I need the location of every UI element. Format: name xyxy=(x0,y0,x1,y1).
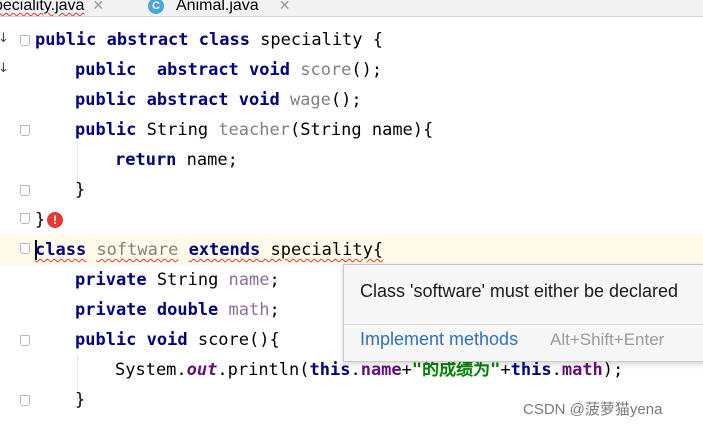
fold-marker-icon[interactable] xyxy=(20,125,30,136)
implement-methods-link[interactable]: Implement methods xyxy=(360,329,518,350)
popup-divider xyxy=(344,324,703,325)
code-line-8[interactable]: class software extends speciality{ xyxy=(35,235,383,265)
fold-marker-icon[interactable] xyxy=(20,395,30,406)
fold-marker-icon[interactable] xyxy=(20,335,30,346)
code-line-3[interactable]: public abstract void wage(); xyxy=(75,85,362,115)
fold-marker-icon[interactable] xyxy=(20,185,30,196)
code-line-6[interactable]: } xyxy=(75,175,85,205)
code-line-5[interactable]: return name; xyxy=(115,145,238,175)
tab-animal-java[interactable]: C Animal.java ✕ xyxy=(148,0,290,16)
error-tooltip-popup: Class 'software' must either be declared… xyxy=(343,264,703,362)
close-tab-icon[interactable]: ✕ xyxy=(92,0,104,14)
code-line-7[interactable]: } xyxy=(35,205,45,235)
code-line-4[interactable]: public String teacher(String name){ xyxy=(75,115,433,145)
close-tab-icon[interactable]: ✕ xyxy=(279,0,291,14)
error-message: Class 'software' must either be declared xyxy=(360,281,679,301)
fold-marker-icon[interactable] xyxy=(20,213,30,224)
watermark: CSDN @菠萝猫yena xyxy=(523,401,663,418)
editor-tab-bar: peciality.java ✕ C Animal.java ✕ xyxy=(0,0,703,17)
fold-marker-icon[interactable] xyxy=(20,243,30,254)
error-icon[interactable]: ! xyxy=(47,212,63,228)
code-line-1[interactable]: public abstract class speciality { xyxy=(35,25,383,55)
code-line-13[interactable]: } xyxy=(75,385,85,415)
code-line-11[interactable]: public void score(){ xyxy=(75,325,280,355)
code-line-2[interactable]: public abstract void score(); xyxy=(75,55,382,85)
code-line-9[interactable]: private String name; xyxy=(75,265,280,295)
tab-label: peciality.java xyxy=(0,0,85,14)
implemented-arrow-icon[interactable]: ↓ xyxy=(0,31,9,46)
tab-speciality-java[interactable]: peciality.java ✕ xyxy=(0,0,104,16)
text-caret xyxy=(35,240,37,260)
tab-label: Animal.java xyxy=(176,0,259,14)
shortcut-hint: Alt+Shift+Enter xyxy=(550,330,665,349)
fold-marker-icon[interactable] xyxy=(20,35,30,46)
implemented-arrow-icon[interactable]: ↓ xyxy=(0,61,9,76)
code-line-10[interactable]: private double math; xyxy=(75,295,280,325)
java-class-icon: C xyxy=(148,0,164,14)
